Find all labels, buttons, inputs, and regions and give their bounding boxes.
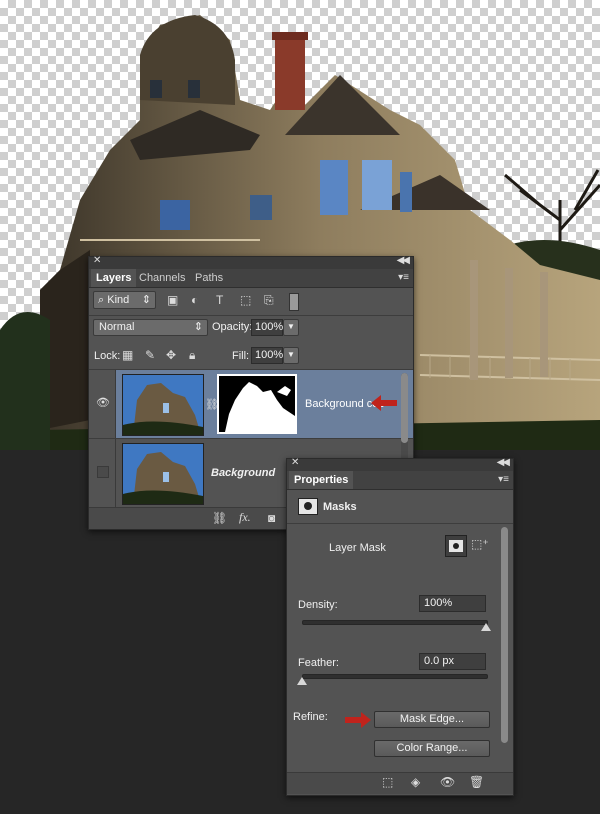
scrollbar-thumb[interactable]	[501, 527, 508, 743]
tab-paths[interactable]: Paths	[190, 269, 228, 287]
feather-label: Feather:	[298, 657, 339, 669]
visibility-icon[interactable]: 👁︎	[440, 775, 455, 789]
scrollbar-thumb[interactable]	[401, 373, 408, 443]
search-icon: ⌕	[98, 294, 105, 306]
blend-mode-value: Normal	[99, 321, 135, 333]
properties-scrollbar[interactable]	[501, 527, 508, 743]
visibility-off-box[interactable]	[97, 466, 109, 478]
smart-object-filter-icon[interactable]: ⎘	[264, 293, 274, 308]
fx-icon[interactable]: fx.	[239, 510, 251, 525]
collapse-icon[interactable]: ◀◀	[497, 457, 510, 468]
annotation-arrow-icon	[345, 712, 371, 728]
add-vector-mask-icon[interactable]: ⬚⁺	[471, 537, 489, 551]
masks-header: Masks	[287, 492, 513, 522]
layer-mask-thumbnail[interactable]	[217, 374, 297, 434]
layer-thumbnail[interactable]	[122, 443, 204, 505]
tab-layers[interactable]: Layers	[91, 269, 137, 287]
fill-input[interactable]: 100%	[251, 347, 283, 364]
lock-all-icon[interactable]: 🔒︎	[189, 348, 195, 363]
panel-titlebar[interactable]: ✕ ◀◀	[287, 457, 513, 471]
visibility-cell[interactable]: 👁︎	[89, 370, 116, 438]
opacity-dropdown-arrow[interactable]: ▼	[283, 319, 299, 336]
lock-label: Lock:	[94, 350, 121, 362]
annotation-arrow-icon	[371, 395, 397, 411]
layer-thumbnail[interactable]	[122, 374, 204, 436]
opacity-input[interactable]: 100%	[251, 319, 283, 336]
density-input[interactable]: 100%	[419, 595, 486, 612]
mask-edge-button[interactable]: Mask Edge...	[374, 711, 490, 728]
lock-transparent-icon[interactable]: ▦	[122, 348, 133, 362]
blend-row: Normal ⇕ Opacity: 100% ▼	[89, 317, 413, 341]
feather-input[interactable]: 0.0 px	[419, 653, 486, 670]
type-filter-icon[interactable]: T	[216, 293, 223, 307]
properties-panel: ✕ ◀◀ Properties ▾≡ Masks Layer Mask ⬚⁺ D…	[286, 457, 514, 796]
fill-label: Fill:	[232, 350, 250, 362]
opacity-label: Opacity:	[212, 321, 253, 333]
filter-kind-label: Kind	[107, 294, 130, 306]
layers-tab-bar: Layers Channels Paths ▾≡	[89, 269, 413, 288]
layer-name[interactable]: Background	[211, 467, 275, 479]
lock-position-icon[interactable]: ✥	[166, 348, 176, 362]
fill-dropdown-arrow[interactable]: ▼	[283, 347, 299, 364]
filter-kind-dropdown[interactable]: ⌕ Kind ⇕	[93, 291, 156, 309]
add-mask-icon[interactable]: ◙	[268, 511, 275, 525]
collapse-icon[interactable]: ◀◀	[397, 255, 410, 266]
visibility-cell[interactable]	[89, 439, 116, 507]
density-slider[interactable]	[302, 617, 491, 631]
feather-slider-thumb[interactable]	[297, 677, 307, 685]
panel-menu-icon[interactable]: ▾≡	[498, 474, 509, 485]
updown-icon: ⇕	[193, 321, 203, 333]
layer-row-background-copy[interactable]: 👁︎ ⛓︎ Background cop	[89, 370, 413, 438]
color-range-button[interactable]: Color Range...	[374, 740, 490, 757]
updown-icon: ⇕	[141, 294, 151, 306]
lock-row: Lock: ▦ ✎ ✥ 🔒︎ Fill: 100% ▼	[89, 345, 413, 369]
shape-filter-icon[interactable]: ⬚	[240, 293, 251, 307]
image-filter-icon[interactable]: ▣	[167, 293, 178, 307]
load-selection-icon[interactable]: ⬚	[382, 775, 393, 789]
tab-channels[interactable]: Channels	[134, 269, 190, 287]
link-icon[interactable]: ⛓︎	[212, 511, 227, 525]
mask-icon	[298, 498, 318, 515]
eye-icon[interactable]: 👁︎	[96, 396, 110, 409]
close-icon[interactable]: ✕	[93, 255, 101, 266]
lock-paint-brush-icon[interactable]: ✎	[145, 348, 155, 362]
filter-row: ⌕ Kind ⇕ ▣ ◐ T ⬚ ⎘	[89, 288, 413, 314]
layer-mask-label: Layer Mask	[329, 542, 386, 554]
mask-type-row: Layer Mask ⬚⁺	[287, 531, 513, 567]
tab-properties[interactable]: Properties	[289, 471, 354, 489]
trash-icon[interactable]: 🗑︎	[469, 775, 484, 789]
refine-label: Refine:	[293, 711, 328, 723]
panel-titlebar[interactable]: ✕ ◀◀	[89, 255, 413, 269]
pixel-mask-button[interactable]	[445, 535, 467, 557]
filter-toggle-switch[interactable]	[289, 293, 299, 311]
close-icon[interactable]: ✕	[291, 457, 299, 468]
blend-mode-dropdown[interactable]: Normal ⇕	[93, 319, 208, 336]
properties-footer: ⬚ ◈ 👁︎ 🗑︎	[287, 772, 513, 794]
apply-mask-icon[interactable]: ◈	[411, 775, 420, 789]
density-slider-thumb[interactable]	[481, 623, 491, 631]
masks-title: Masks	[323, 501, 357, 513]
adjustment-filter-icon[interactable]: ◐	[191, 293, 198, 307]
feather-slider[interactable]	[297, 671, 488, 685]
density-label: Density:	[298, 599, 338, 611]
properties-tab-bar: Properties ▾≡	[287, 471, 513, 490]
panel-menu-icon[interactable]: ▾≡	[398, 272, 409, 283]
